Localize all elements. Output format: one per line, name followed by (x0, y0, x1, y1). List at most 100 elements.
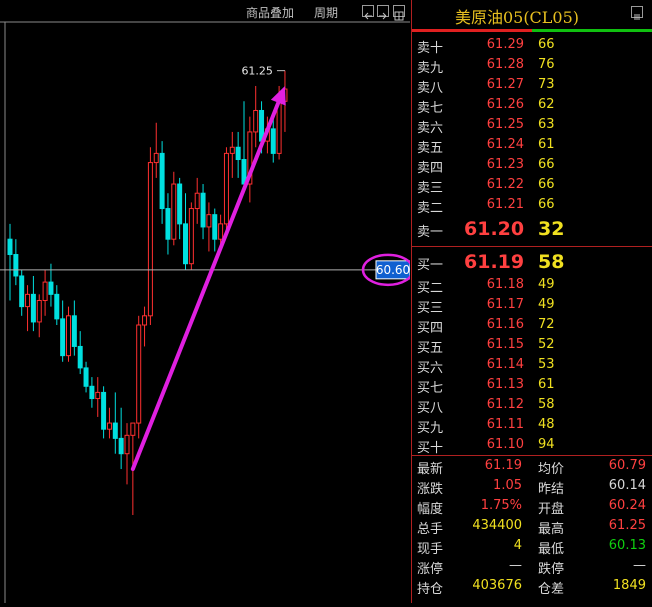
ask-row[interactable]: 卖五 61.24 61 (412, 134, 652, 156)
layout-icon[interactable] (393, 5, 405, 21)
menu-icon[interactable] (631, 6, 643, 20)
stat-label: 昨结 (538, 482, 565, 497)
overlay-button[interactable]: 商品叠加 (246, 4, 294, 20)
bid-price: 61.15 (486, 337, 524, 352)
stat-value: 60.79 (608, 458, 646, 473)
stat-label: 涨停 (417, 562, 444, 577)
candle-body (71, 315, 77, 347)
candle-body (101, 391, 107, 430)
ask-price: 61.28 (486, 57, 524, 72)
bid-volume: 94 (538, 437, 555, 452)
ask-price: 61.26 (486, 97, 524, 112)
candle-body (142, 315, 148, 326)
ask-price: 61.23 (486, 157, 524, 172)
stats-divider (412, 455, 652, 456)
candle-body (118, 437, 124, 455)
stat-label: 现手 (417, 542, 444, 557)
candle-body (177, 183, 183, 225)
candle-body (25, 293, 31, 308)
candle-body (212, 214, 218, 240)
stat-value: 60.24 (608, 498, 646, 513)
bid-price: 61.13 (486, 377, 524, 392)
trend-arrow (130, 93, 283, 472)
candle-body (159, 152, 165, 210)
bid-row[interactable]: 买四 61.16 72 (412, 314, 652, 336)
bid-volume: 48 (538, 417, 555, 432)
candle-body (66, 315, 71, 357)
bid-row[interactable]: 买十 61.10 94 (412, 434, 652, 456)
bid-row[interactable]: 买八 61.12 58 (412, 394, 652, 416)
ask-price: 61.27 (486, 77, 524, 92)
bid-volume: 53 (538, 357, 555, 372)
bid-price: 61.11 (486, 417, 524, 432)
ask-row[interactable]: 卖八 61.27 73 (412, 74, 652, 96)
bid-price: 61.18 (486, 277, 524, 292)
candle-body (270, 128, 276, 154)
period-button[interactable]: 周期 (314, 4, 338, 20)
instrument-title: 美原油05(CL05) (454, 8, 580, 27)
candle-body (165, 208, 171, 240)
stat-value: — (633, 558, 646, 573)
candle-body (124, 434, 130, 455)
stat-value: — (509, 558, 522, 573)
stat-value: 60.14 (608, 478, 646, 493)
ask-row[interactable]: 卖一 61.20 32 (412, 218, 652, 240)
bid-volume: 61 (538, 377, 555, 392)
ask-price: 61.24 (486, 137, 524, 152)
chart-canvas[interactable]: 61.25 60.60 (0, 0, 415, 603)
price-tag-label: 60.60 (376, 263, 410, 277)
stat-label: 最高 (538, 522, 565, 537)
ask-volume: 66 (538, 157, 555, 172)
candle-body (206, 214, 212, 228)
ask-row[interactable]: 卖六 61.25 63 (412, 114, 652, 136)
swap-left-icon[interactable] (362, 5, 374, 20)
ask-row[interactable]: 卖四 61.23 66 (412, 154, 652, 176)
candle-body (60, 318, 66, 357)
stat-value: 434400 (472, 518, 522, 533)
stat-label: 最低 (538, 542, 565, 557)
candle-body (106, 422, 112, 430)
bid-row[interactable]: 买七 61.13 61 (412, 374, 652, 396)
bid-level-label: 买一 (417, 258, 444, 273)
candlestick-chart[interactable]: 61.25 60.60 商品叠加 周期 (0, 0, 415, 603)
bid-volume: 58 (538, 251, 565, 273)
ask-row[interactable]: 卖七 61.26 62 (412, 94, 652, 116)
swap-right-icon[interactable] (377, 5, 389, 20)
bid-volume: 58 (538, 397, 555, 412)
ask-volume: 76 (538, 57, 555, 72)
ask-volume: 66 (538, 197, 555, 212)
candle-body (30, 293, 36, 323)
buy-ratio-bar (532, 29, 652, 32)
ask-row[interactable]: 卖二 61.21 66 (412, 194, 652, 216)
ask-row[interactable]: 卖九 61.28 76 (412, 54, 652, 76)
candle-body (136, 324, 142, 424)
bid-volume: 72 (538, 317, 555, 332)
stat-value: 403676 (472, 578, 522, 593)
candle-body (83, 367, 89, 387)
candle-body (229, 146, 235, 154)
ask-volume: 66 (538, 37, 555, 52)
candle-body (130, 422, 136, 436)
stat-label: 仓差 (538, 582, 565, 597)
ask-row[interactable]: 卖三 61.22 66 (412, 174, 652, 196)
bid-row[interactable]: 买六 61.14 53 (412, 354, 652, 376)
bid-volume: 49 (538, 277, 555, 292)
candle-body (153, 152, 159, 164)
stat-label: 持仓 (417, 582, 444, 597)
bid-row[interactable]: 买九 61.11 48 (412, 414, 652, 436)
candle-body (95, 391, 101, 400)
bid-row[interactable]: 买三 61.17 49 (412, 294, 652, 316)
ask-price: 61.25 (486, 117, 524, 132)
stat-label: 幅度 (417, 502, 444, 517)
candle-body (36, 299, 42, 323)
candle-body (42, 281, 48, 301)
bid-row[interactable]: 买二 61.18 49 (412, 274, 652, 296)
bid-price: 61.12 (486, 397, 524, 412)
bid-row[interactable]: 买一 61.19 58 (412, 251, 652, 273)
candle-body (48, 281, 54, 295)
stat-value: 1.75% (480, 498, 522, 513)
bid-row[interactable]: 买五 61.15 52 (412, 334, 652, 356)
stat-label: 均价 (538, 462, 565, 477)
ask-row[interactable]: 卖十 61.29 66 (412, 34, 652, 56)
candle-body (77, 345, 83, 369)
